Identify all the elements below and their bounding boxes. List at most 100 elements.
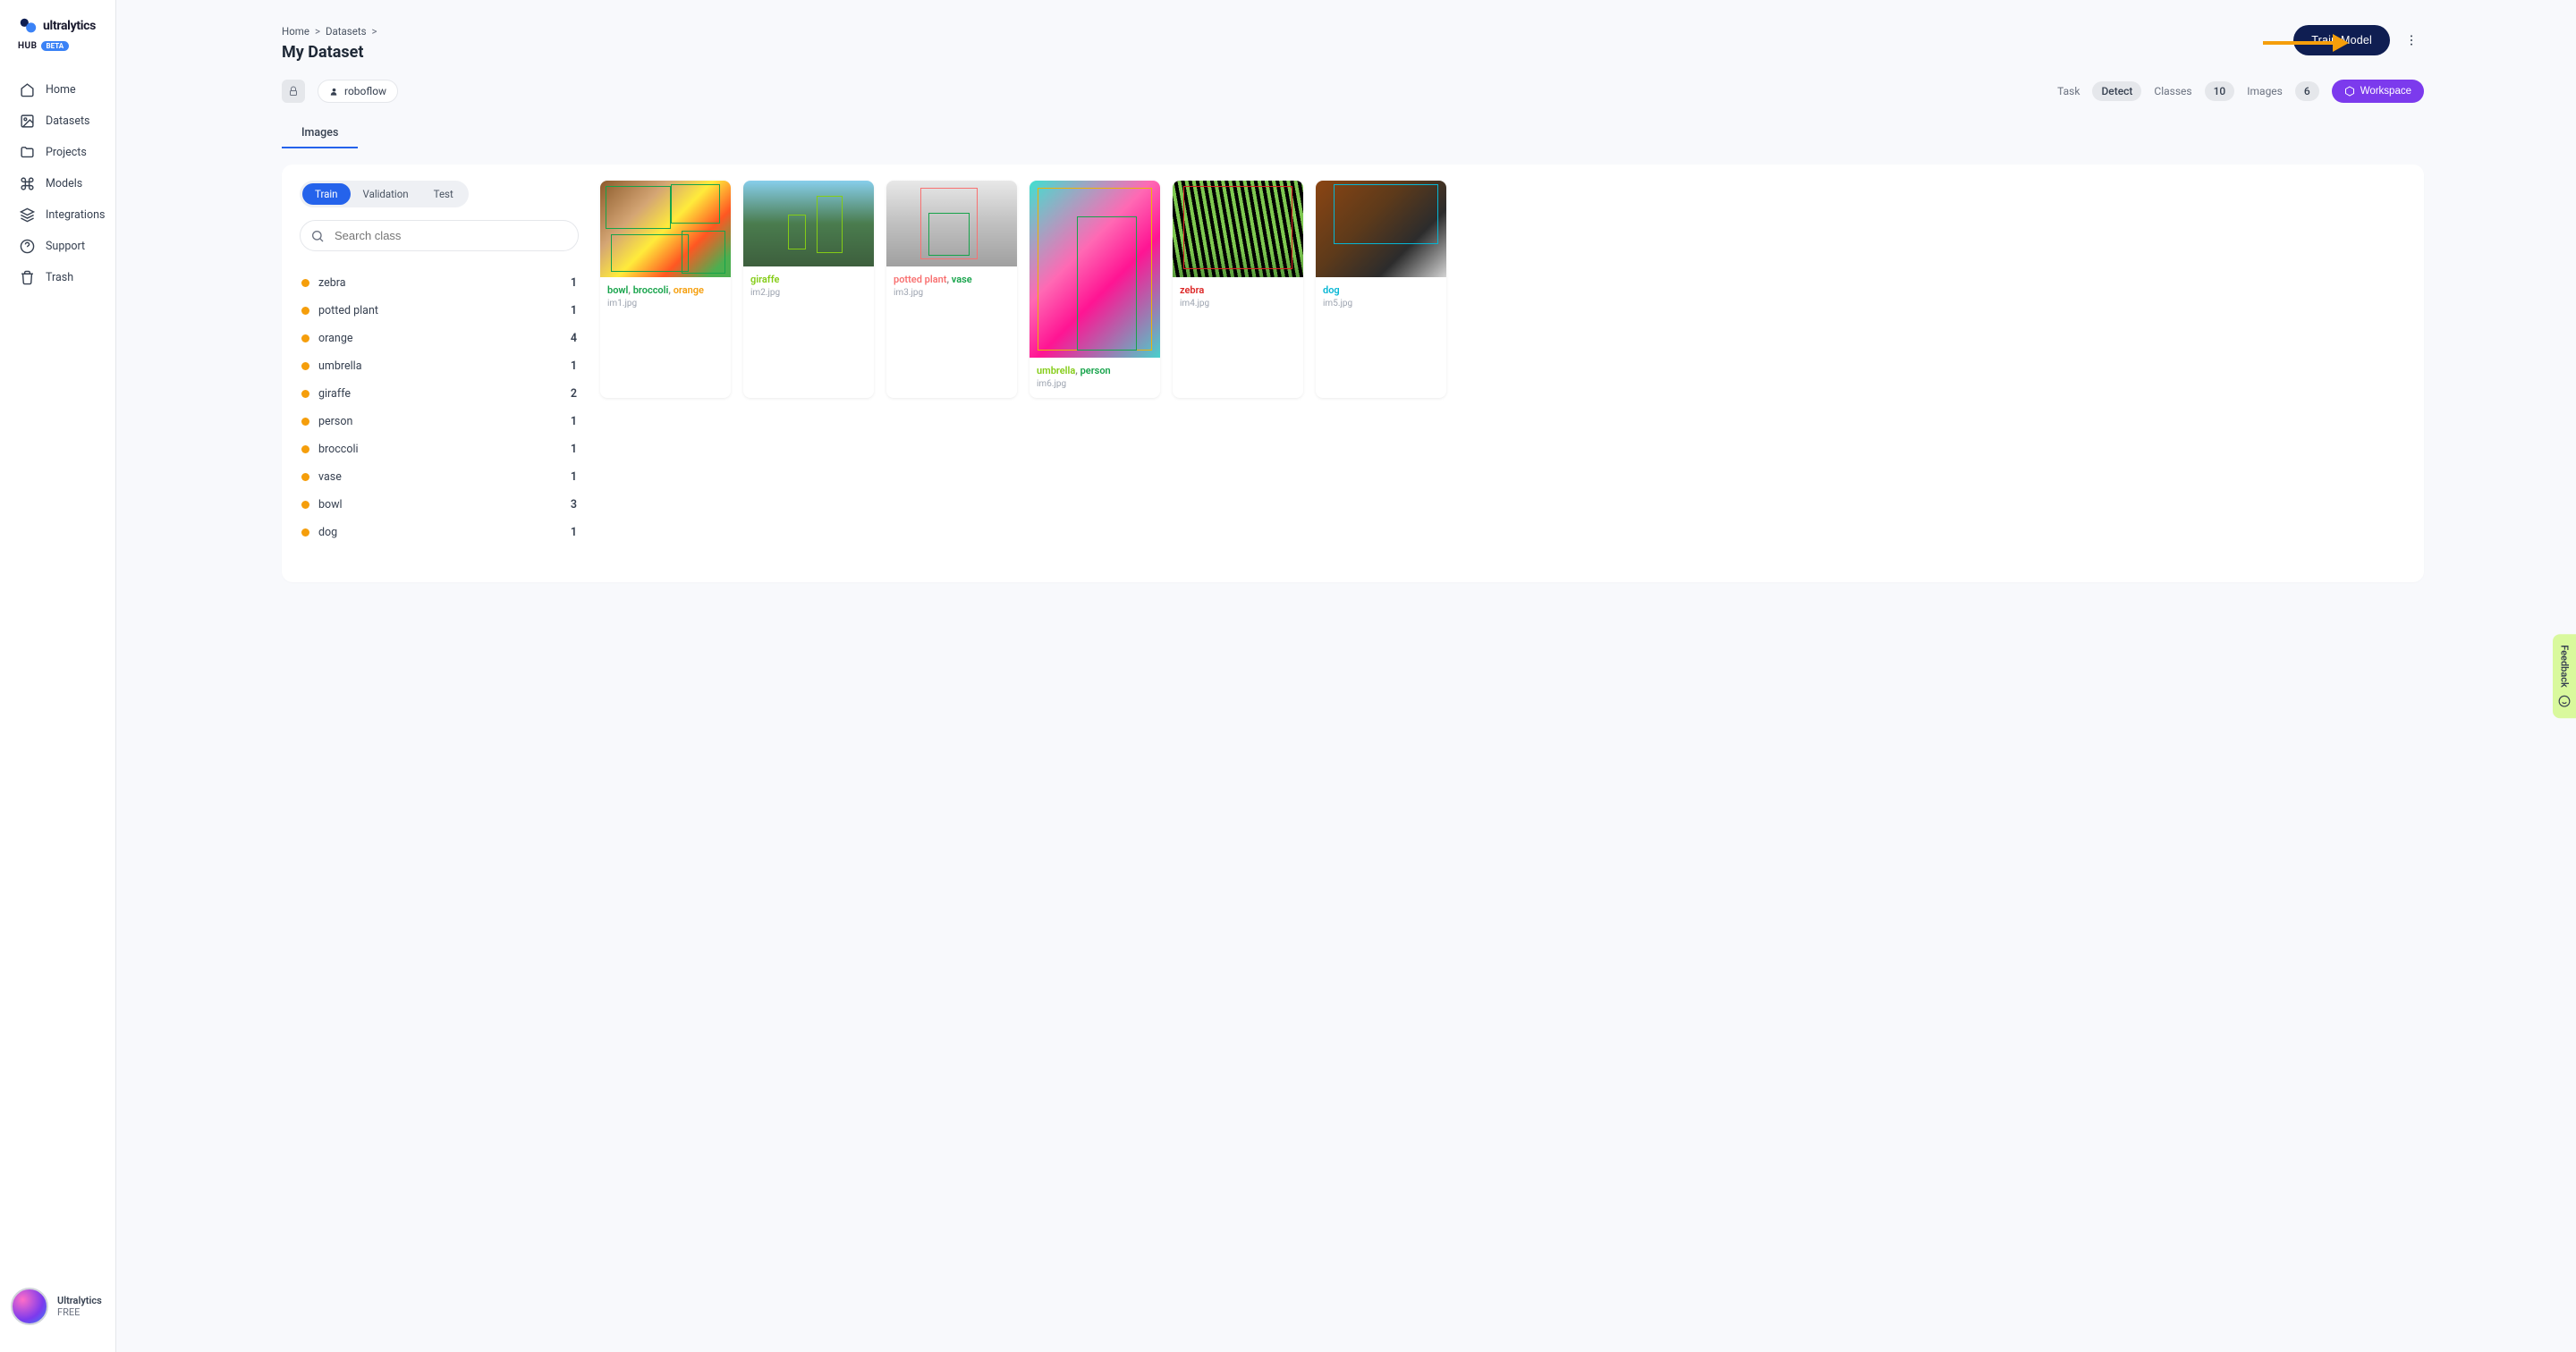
image-thumbnail <box>1173 181 1303 277</box>
logo-icon <box>18 16 38 36</box>
nav-home[interactable]: Home <box>0 74 115 106</box>
layers-icon <box>20 207 35 223</box>
image-card[interactable]: umbrella, person im6.jpg <box>1030 181 1160 398</box>
owner-chip[interactable]: roboflow <box>318 80 398 103</box>
split-tab-test[interactable]: Test <box>421 183 466 205</box>
class-count: 1 <box>571 443 577 456</box>
class-count: 3 <box>571 498 577 511</box>
logo[interactable]: ultralytics <box>0 16 115 41</box>
task-label: Task <box>2057 85 2080 97</box>
image-filename: im6.jpg <box>1037 379 1153 389</box>
class-row[interactable]: broccoli1 <box>300 435 579 463</box>
nav-models[interactable]: Models <box>0 168 115 199</box>
image-filename: im1.jpg <box>607 299 724 308</box>
breadcrumb-home[interactable]: Home <box>282 25 309 38</box>
nav-support[interactable]: Support <box>0 231 115 262</box>
split-tab-train[interactable]: Train <box>302 183 351 205</box>
class-row[interactable]: potted plant 1 <box>300 297 579 325</box>
image-labels: bowl, broccoli, orange <box>607 284 724 296</box>
classes-count: 10 <box>2205 81 2235 101</box>
class-name: orange <box>318 332 352 345</box>
account-name: Ultralytics <box>57 1295 102 1306</box>
brand-name: ultralytics <box>43 19 96 33</box>
class-count: 4 <box>571 332 577 345</box>
nav-label: Trash <box>46 271 73 284</box>
class-dot <box>301 501 309 509</box>
class-count: 1 <box>571 304 577 317</box>
nav-datasets[interactable]: Datasets <box>0 106 115 137</box>
workspace-button[interactable]: Workspace <box>2332 80 2424 103</box>
smiley-icon <box>2558 695 2571 707</box>
image-card[interactable]: potted plant, vase im3.jpg <box>886 181 1017 398</box>
image-filename: im2.jpg <box>750 288 867 298</box>
class-row[interactable]: orange 4 <box>300 325 579 352</box>
image-labels: potted plant, vase <box>894 274 1010 285</box>
class-name: vase <box>318 470 342 484</box>
class-dot <box>301 390 309 398</box>
class-count: 2 <box>571 387 577 401</box>
class-name: potted plant <box>318 304 378 317</box>
feedback-button[interactable]: Feedback <box>2553 634 2576 718</box>
nav-label: Datasets <box>46 114 90 128</box>
class-dot <box>301 362 309 370</box>
class-row[interactable]: giraffe 2 <box>300 380 579 408</box>
class-row[interactable]: vase1 <box>300 463 579 491</box>
search-icon <box>310 229 325 243</box>
folder-icon <box>20 145 35 160</box>
class-dot <box>301 445 309 453</box>
image-thumbnail <box>1030 181 1160 358</box>
more-options-button[interactable] <box>2399 28 2424 53</box>
class-list: zebra1potted plant1orange4umbrella1giraf… <box>300 269 579 546</box>
nav-label: Integrations <box>46 208 105 222</box>
section-tabs: Images <box>282 119 2424 148</box>
class-row[interactable]: dog1 <box>300 519 579 546</box>
breadcrumb-datasets[interactable]: Datasets <box>326 25 367 38</box>
home-icon <box>20 82 35 97</box>
images-count: 6 <box>2295 81 2319 101</box>
class-row[interactable]: person1 <box>300 408 579 435</box>
privacy-lock-button[interactable] <box>282 80 305 103</box>
image-thumbnail <box>886 181 1017 266</box>
account-info: Ultralytics FREE <box>57 1295 102 1318</box>
class-count: 1 <box>571 415 577 428</box>
logo-subline: HUB BETA <box>0 41 115 67</box>
image-card[interactable]: bowl, broccoli, orange im1.jpg <box>600 181 731 398</box>
nav-label: Support <box>46 240 85 253</box>
image-icon <box>20 114 35 129</box>
class-dot <box>301 307 309 315</box>
classes-label: Classes <box>2154 85 2191 97</box>
split-tabs: Train Validation Test <box>300 181 469 207</box>
train-model-button[interactable]: Train Model <box>2293 25 2390 55</box>
class-row[interactable]: umbrella1 <box>300 352 579 380</box>
page-title: My Dataset <box>282 43 377 62</box>
class-name: giraffe <box>318 387 351 401</box>
breadcrumb: Home > Datasets > <box>282 25 377 38</box>
command-icon <box>20 176 35 191</box>
image-thumbnail <box>1316 181 1446 277</box>
nav-trash[interactable]: Trash <box>0 262 115 293</box>
split-tab-validation[interactable]: Validation <box>351 183 421 205</box>
nav-label: Home <box>46 83 76 97</box>
class-count: 1 <box>571 526 577 539</box>
class-name: bowl <box>318 498 343 511</box>
class-dot <box>301 334 309 342</box>
workspace-label: Workspace <box>2360 86 2411 97</box>
nav-projects[interactable]: Projects <box>0 137 115 168</box>
image-filename: im4.jpg <box>1180 299 1296 308</box>
tab-images[interactable]: Images <box>282 119 358 148</box>
image-thumbnail <box>743 181 874 266</box>
nav-integrations[interactable]: Integrations <box>0 199 115 231</box>
trash-icon <box>20 270 35 285</box>
sidebar-footer[interactable]: Ultralytics FREE <box>0 1277 115 1336</box>
image-card[interactable]: giraffe im2.jpg <box>743 181 874 398</box>
task-value: Detect <box>2092 81 2141 101</box>
class-row[interactable]: zebra1 <box>300 269 579 297</box>
image-card[interactable]: dog im5.jpg <box>1316 181 1446 398</box>
search-class-input[interactable] <box>300 220 579 251</box>
sidebar: ultralytics HUB BETA Home Datasets Proje… <box>0 0 116 1352</box>
brand-hub: HUB <box>18 41 38 51</box>
image-labels: dog <box>1323 284 1439 296</box>
image-filename: im5.jpg <box>1323 299 1439 308</box>
image-card[interactable]: zebra im4.jpg <box>1173 181 1303 398</box>
class-row[interactable]: bowl 3 <box>300 491 579 519</box>
